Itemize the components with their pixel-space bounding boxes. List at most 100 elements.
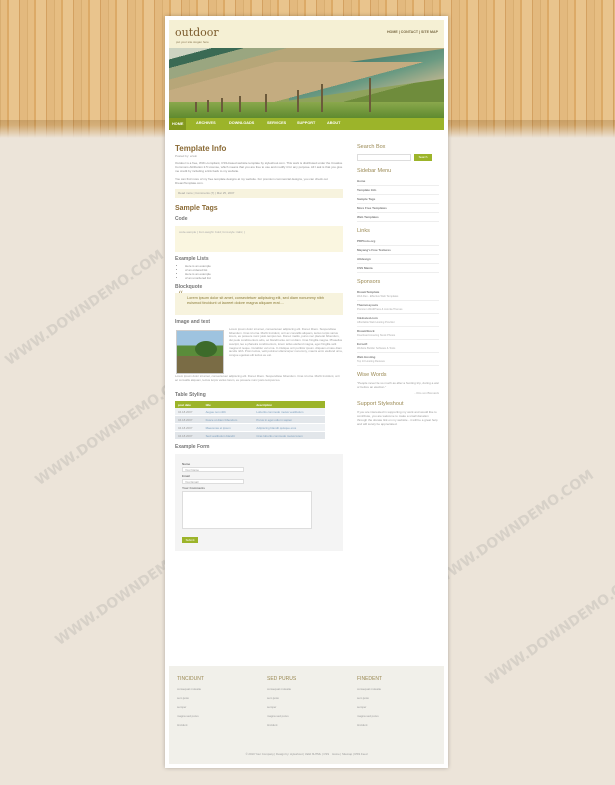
- wise-words-attribution: - Otto von Bismarck: [414, 391, 439, 395]
- blockquote-text: Lorem ipsum dolor sit amet, consectetuer…: [187, 296, 324, 306]
- site-footer: TINCIDUNT consequat molestie sem justo s…: [169, 666, 444, 764]
- footer-link[interactable]: magna sed purus: [357, 714, 437, 718]
- page-container: outdoor put your site slogan here HOME |…: [165, 16, 448, 768]
- nav-support[interactable]: SUPPORT: [297, 121, 315, 125]
- more-paragraph: You can find more of my free template de…: [175, 176, 328, 185]
- table-cell: 04.18.2007: [175, 423, 203, 433]
- nav-downloads[interactable]: DOWNLOADS: [229, 121, 254, 125]
- footer-link[interactable]: tincidunt: [267, 723, 347, 727]
- name-field[interactable]: Your Name: [182, 467, 244, 473]
- sidebar-item-template-info[interactable]: Template Info: [357, 186, 439, 195]
- image-text-continued: Lorem ipsum dolor sit amet, consectetuer…: [175, 374, 340, 382]
- image-heading: Image and text: [175, 319, 211, 326]
- footer-link[interactable]: semper: [357, 705, 437, 709]
- table-link[interactable]: Maecenas et ipsum: [202, 423, 254, 433]
- nav-archives[interactable]: ARCHIVES: [196, 121, 216, 125]
- links-heading: Links: [357, 228, 370, 234]
- sponsor-item[interactable]: ImHosted.com Affordable Web Hosting Provi…: [357, 314, 439, 327]
- sidebar-menu: Home Template Info Sample Tags More Free…: [357, 177, 439, 222]
- fence-post: [207, 100, 209, 112]
- post-footer-meta[interactable]: Read more | Comments (7) | Mar 25, 2007: [175, 189, 343, 199]
- image-text: Lorem ipsum dolor sit amet, consectetuer…: [229, 327, 343, 357]
- sponsor-item[interactable]: DreamTemplate Web Dev - Effective Web Tem…: [357, 288, 439, 301]
- sponsor-name: ThemeLayouts: [357, 303, 379, 307]
- example-form: Name Your Name Email Your Email Your Com…: [175, 454, 343, 552]
- search-form: Search: [357, 154, 439, 162]
- sponsor-desc: Affordable Web Hosting Provider: [357, 321, 395, 324]
- sponsors-list: DreamTemplate Web Dev - Effective Web Tem…: [357, 288, 439, 366]
- footer-link[interactable]: semper: [267, 705, 347, 709]
- comments-textarea[interactable]: [182, 491, 312, 530]
- sidebar: Search Box Search Sidebar Menu Home Temp…: [357, 144, 439, 426]
- footer-link[interactable]: sem justo: [177, 696, 257, 700]
- sponsor-item[interactable]: Evrsoft Website Builder Software & Tools: [357, 340, 439, 353]
- table-link[interactable]: Sed vestibulum blandit: [202, 431, 254, 441]
- footer-link[interactable]: tincidunt: [357, 723, 437, 727]
- sample-photo: [176, 330, 224, 375]
- sidebar-item-sample-tags[interactable]: Sample Tags: [357, 195, 439, 204]
- email-field[interactable]: Your Email: [182, 479, 244, 485]
- footer-link[interactable]: sem justo: [267, 696, 347, 700]
- support-heading: Support Styleshout: [357, 401, 404, 407]
- main-nav: HOME ARCHIVES DOWNLOADS SERVICES SUPPORT…: [169, 118, 444, 130]
- email-label: Email: [182, 474, 191, 479]
- sponsor-name: Evrsoft: [357, 342, 368, 346]
- nav-about[interactable]: ABOUT: [327, 121, 341, 125]
- table-cell: Purus in eget odio in sapien: [253, 415, 325, 425]
- example-list: Here is an example of an ordered list He…: [185, 264, 343, 280]
- sidebar-item-home[interactable]: Home: [357, 177, 439, 186]
- sponsor-item[interactable]: ThemeLayouts Premium WordPress & Joomla T…: [357, 301, 439, 314]
- blockquote-heading: Blockquote: [175, 284, 203, 291]
- footer-link[interactable]: magna sed purus: [177, 714, 257, 718]
- footer-links[interactable]: Home | Sitemap | RSS Feed: [332, 752, 367, 756]
- footer-link[interactable]: sem justo: [357, 696, 437, 700]
- sidebar-item-web-templates[interactable]: Web Templates: [357, 213, 439, 222]
- submit-button[interactable]: Submit: [182, 537, 198, 544]
- table-cell: 04.18.2007: [175, 415, 203, 425]
- footer-heading: SED PURUS: [267, 676, 297, 682]
- table-cell: 04.18.2007: [175, 408, 203, 416]
- sponsor-item[interactable]: Web Hosting Top 10 Hosting Reviews: [357, 353, 439, 366]
- watermark: WWW.DOWNDEMO.COM: [482, 567, 615, 689]
- sidebar-item-more-templates[interactable]: More Free Templates: [357, 204, 439, 213]
- wise-words-heading: Wise Words: [357, 372, 387, 378]
- top-nav-links[interactable]: HOME | CONTACT | SITE MAP: [387, 30, 438, 34]
- table-link[interactable]: Fusce ut diam bibendum: [202, 415, 254, 425]
- site-logo[interactable]: outdoor: [175, 26, 219, 39]
- code-block: code-sample { font-weight: bold; font-st…: [175, 226, 343, 253]
- link-item[interactable]: Altdesign: [357, 255, 439, 264]
- table-link[interactable]: Augue non nibh: [202, 408, 254, 416]
- copyright-text: © 2010 Your Company | Design by: stylesh…: [245, 752, 330, 756]
- table-header: description: [253, 401, 325, 409]
- sponsor-name: DreamTemplate: [357, 290, 380, 294]
- banner-grass: [169, 102, 444, 118]
- table-cell: 04.18.2007: [175, 431, 203, 441]
- sponsor-desc: Website Builder Software & Tools: [357, 347, 396, 350]
- table-header: title: [202, 401, 254, 409]
- footer-link[interactable]: consequat molestie: [267, 687, 347, 691]
- sponsor-item[interactable]: DreamStock Download Amazing Stock Photos: [357, 327, 439, 340]
- link-item[interactable]: Mayang's Free Textures: [357, 246, 439, 255]
- table-cell: Lobortis commodo metus vestibulum: [253, 408, 325, 416]
- search-input[interactable]: [357, 154, 411, 161]
- code-heading: Code: [175, 216, 188, 223]
- footer-link[interactable]: semper: [177, 705, 257, 709]
- nav-services[interactable]: SERVICES: [267, 121, 286, 125]
- footer-link[interactable]: magna sed purus: [267, 714, 347, 718]
- link-item[interactable]: CSS Mania: [357, 264, 439, 273]
- footer-link[interactable]: consequat molestie: [177, 687, 257, 691]
- nav-home[interactable]: HOME: [169, 118, 187, 130]
- footer-link[interactable]: consequat molestie: [357, 687, 437, 691]
- fence-post: [297, 90, 299, 112]
- post-byline: Posted by: erwin: [175, 154, 198, 158]
- table-row: 04.18.2007 Maecenas et ipsum Adipiscing …: [175, 423, 325, 433]
- search-heading: Search Box: [357, 144, 386, 150]
- footer-column: TINCIDUNT consequat molestie sem justo s…: [177, 676, 257, 727]
- table-row: 04.18.2007 Augue non nibh Lobortis commo…: [175, 408, 325, 416]
- search-button[interactable]: Search: [414, 154, 432, 161]
- footer-link[interactable]: tincidunt: [177, 723, 257, 727]
- post-title[interactable]: Template Info: [175, 144, 343, 153]
- fence-post: [369, 78, 371, 112]
- link-item[interactable]: PDPhoto.org: [357, 237, 439, 246]
- table-heading: Table Styling: [175, 392, 206, 399]
